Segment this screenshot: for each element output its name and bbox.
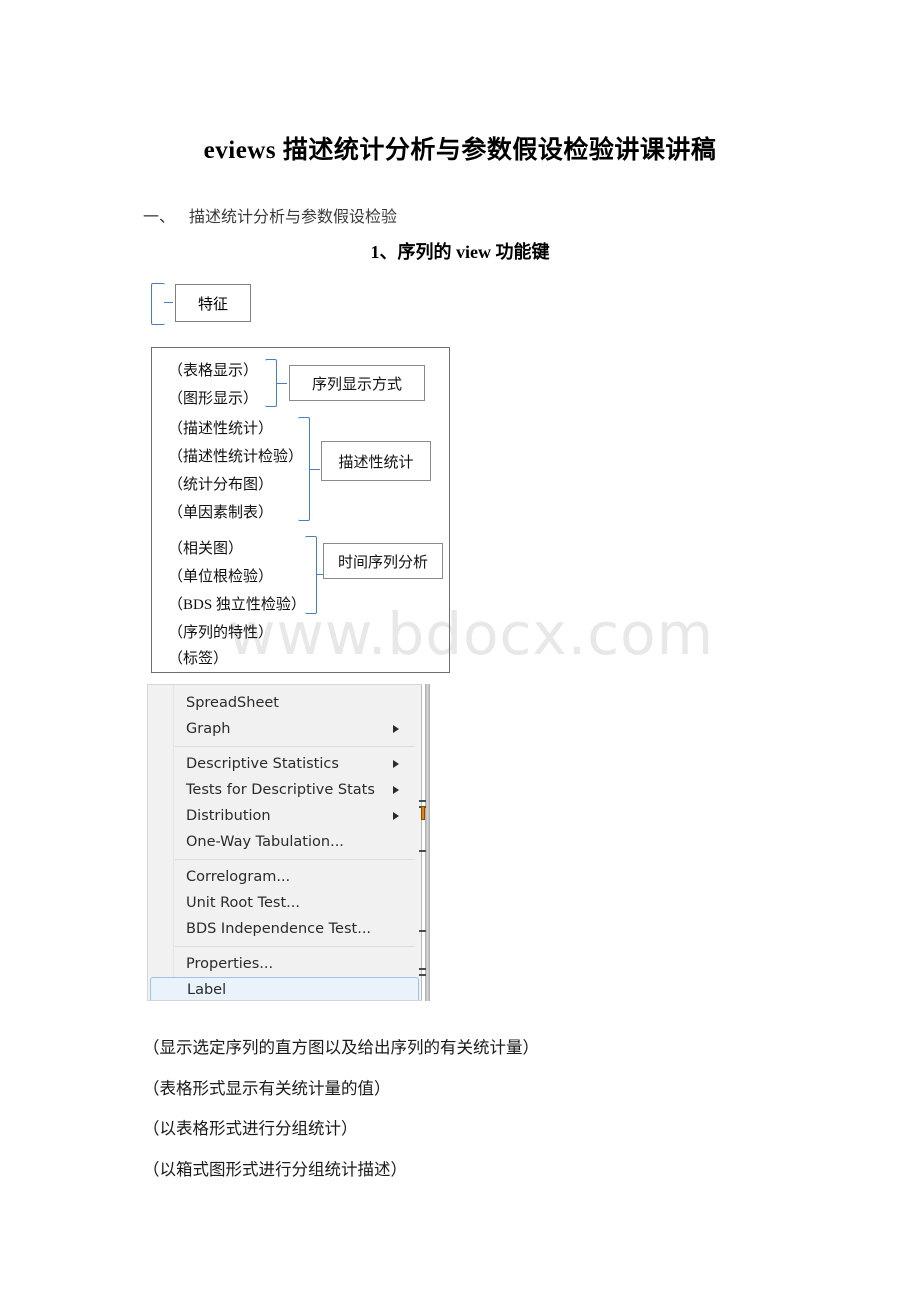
page-title: eviews 描述统计分析与参数假设检验讲课讲稿 xyxy=(203,137,717,164)
menu-separator xyxy=(175,946,415,947)
brace-group-1-nub xyxy=(277,383,287,384)
window-tick-artifact xyxy=(419,968,426,970)
brace-feature xyxy=(151,283,165,325)
section-number: 一、 xyxy=(143,209,176,226)
window-tick-artifact xyxy=(419,974,426,976)
window-tick-artifact xyxy=(419,850,426,852)
menu-item-label: Distribution xyxy=(186,808,271,824)
brace-feature-nub xyxy=(164,302,173,303)
diagram-item: （单因素制表） xyxy=(168,505,274,521)
submenu-arrow-icon xyxy=(393,725,399,733)
brace-group-2 xyxy=(298,417,310,521)
window-tick-artifact xyxy=(419,930,426,932)
note-line: （显示选定序列的直方图以及给出序列的有关统计量） xyxy=(143,1038,539,1057)
box-time-series-analysis: 时间序列分析 xyxy=(323,543,443,579)
brace-group-2-nub xyxy=(310,469,320,470)
menu-item-label: Graph xyxy=(186,721,231,737)
diagram-item: （统计分布图） xyxy=(168,477,274,493)
menu-item-label: Unit Root Test... xyxy=(186,895,300,911)
menu-item-distribution[interactable]: Distribution xyxy=(148,803,421,829)
menu-item-properties[interactable]: Properties... xyxy=(148,951,421,977)
note-line: （以箱式图形式进行分组统计描述） xyxy=(143,1159,407,1179)
submenu-arrow-icon xyxy=(393,812,399,820)
menu-item-label: Descriptive Statistics xyxy=(186,756,339,772)
menu-item-unit-root-test[interactable]: Unit Root Test... xyxy=(148,890,421,916)
section-heading: 一、 描述统计分析与参数假设检验 xyxy=(143,203,397,227)
diagram-item: （序列的特性） xyxy=(168,625,274,641)
note-line: （以表格形式进行分组统计） xyxy=(143,1119,358,1138)
brace-group-3 xyxy=(305,536,317,614)
menu-separator xyxy=(175,746,415,747)
menu-item-descriptive-statistics[interactable]: Descriptive Statistics xyxy=(148,751,421,777)
box-descriptive-statistics: 描述性统计 xyxy=(321,441,431,481)
menu-item-tests-for-descriptive-stats[interactable]: Tests for Descriptive Stats xyxy=(148,777,421,803)
menu-item-label[interactable]: Label xyxy=(150,977,419,1000)
window-orange-artifact xyxy=(421,806,425,820)
diagram-item: （相关图） xyxy=(168,541,244,557)
box-series-display-mode: 序列显示方式 xyxy=(289,365,425,401)
menu-item-label: BDS Independence Test... xyxy=(186,921,372,937)
diagram-item: （描述性统计） xyxy=(168,421,274,437)
submenu-arrow-icon xyxy=(393,760,399,768)
menu-item-graph[interactable]: Graph xyxy=(148,716,421,742)
section-text: 描述统计分析与参数假设检验 xyxy=(189,209,398,226)
brace-group-1 xyxy=(265,359,277,407)
diagram-item: （单位根检验） xyxy=(168,569,274,585)
menu-item-label: Correlogram... xyxy=(186,869,291,885)
eviews-context-menu[interactable]: SpreadSheet Graph Descriptive Statistics Te… xyxy=(147,684,422,1001)
diagram-item: （BDS 独立性检验） xyxy=(168,597,306,613)
diagram-item: （表格显示） xyxy=(168,363,259,379)
document-page: www.bdocx.com eviews 描述统计分析与参数假设检验讲课讲稿 一… xyxy=(0,0,920,1302)
notes-block: （显示选定序列的直方图以及给出序列的有关统计量） （表格形式显示有关统计量的值）… xyxy=(143,1038,539,1202)
box-feature: 特征 xyxy=(175,284,251,322)
subheading: 1、序列的 view 功能键 xyxy=(370,242,550,262)
menu-item-label: One-Way Tabulation... xyxy=(186,834,344,850)
submenu-arrow-icon xyxy=(393,786,399,794)
menu-item-list: SpreadSheet Graph Descriptive Statistics Te… xyxy=(148,690,421,1000)
feature-group: 特征 xyxy=(151,283,261,325)
note-line: （表格形式显示有关统计量的值） xyxy=(143,1078,391,1098)
menu-item-label: Properties... xyxy=(186,956,274,972)
menu-item-correlogram[interactable]: Correlogram... xyxy=(148,864,421,890)
diagram-frame: （表格显示） （图形显示） 序列显示方式 （描述性统计） （描述性统计检验） （… xyxy=(151,347,450,673)
window-edge-artifact xyxy=(425,684,430,1001)
menu-item-label: Tests for Descriptive Stats xyxy=(186,782,375,798)
menu-separator xyxy=(175,859,415,860)
menu-item-one-way-tabulation[interactable]: One-Way Tabulation... xyxy=(148,829,421,855)
menu-item-spreadsheet[interactable]: SpreadSheet xyxy=(148,690,421,716)
window-tick-artifact xyxy=(419,800,426,802)
diagram-item: （标签） xyxy=(168,651,229,667)
menu-item-label: SpreadSheet xyxy=(186,695,279,711)
menu-item-bds-independence-test[interactable]: BDS Independence Test... xyxy=(148,916,421,942)
menu-item-label: Label xyxy=(187,981,227,998)
diagram-item: （图形显示） xyxy=(168,391,259,407)
diagram-item: （描述性统计检验） xyxy=(168,449,304,465)
